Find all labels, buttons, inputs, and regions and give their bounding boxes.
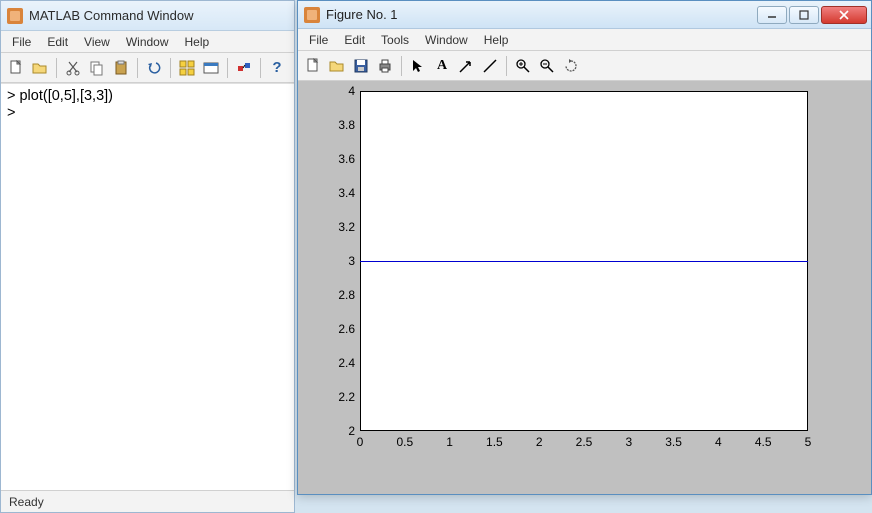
open-figure-icon[interactable] <box>326 55 348 77</box>
toolbar-separator <box>260 58 261 78</box>
figure-title: Figure No. 1 <box>326 7 398 22</box>
command-titlebar[interactable]: MATLAB Command Window <box>1 1 294 31</box>
toolbar-separator <box>227 58 228 78</box>
simulink-icon[interactable] <box>233 57 255 79</box>
y-tick-label: 3.4 <box>325 186 355 200</box>
figure-toolbar: A <box>298 51 871 81</box>
x-tick-label: 3 <box>614 435 644 449</box>
y-tick-label: 3.8 <box>325 118 355 132</box>
x-tick-label: 2.5 <box>569 435 599 449</box>
toolbar-separator <box>506 56 507 76</box>
command-toolbar: ? <box>1 53 294 83</box>
figure-titlebar[interactable]: Figure No. 1 <box>298 1 871 29</box>
command-menubar: File Edit View Window Help <box>1 31 294 53</box>
x-tick-label: 3.5 <box>659 435 689 449</box>
toolbar-separator <box>401 56 402 76</box>
toolbar-separator <box>170 58 171 78</box>
figure-menubar: File Edit Tools Window Help <box>298 29 871 51</box>
x-tick-label: 4.5 <box>748 435 778 449</box>
undo-icon[interactable] <box>143 57 165 79</box>
zoom-in-icon[interactable] <box>512 55 534 77</box>
toolbar-separator <box>56 58 57 78</box>
window-controls <box>757 6 867 24</box>
matlab-icon <box>304 7 320 23</box>
menu-window[interactable]: Window <box>418 31 475 49</box>
command-line: > plot([0,5],[3,3]) <box>7 88 113 104</box>
figure-canvas[interactable]: 22.22.42.62.833.23.43.63.8400.511.522.53… <box>298 81 871 494</box>
y-tick-label: 2.2 <box>325 390 355 404</box>
x-tick-label: 4 <box>703 435 733 449</box>
copy-icon[interactable] <box>86 57 108 79</box>
menu-file[interactable]: File <box>5 33 38 51</box>
toolbar-separator <box>137 58 138 78</box>
menu-help[interactable]: Help <box>477 31 516 49</box>
x-tick-label: 0 <box>345 435 375 449</box>
menu-view[interactable]: View <box>77 33 117 51</box>
save-figure-icon[interactable] <box>350 55 372 77</box>
command-window: MATLAB Command Window File Edit View Win… <box>0 0 295 513</box>
path-browser-icon[interactable] <box>200 57 222 79</box>
x-tick-label: 5 <box>793 435 823 449</box>
y-tick-label: 2.4 <box>325 356 355 370</box>
close-button[interactable] <box>821 6 867 24</box>
cut-icon[interactable] <box>62 57 84 79</box>
x-tick-label: 1 <box>435 435 465 449</box>
y-tick-label: 3.2 <box>325 220 355 234</box>
line-tool-icon[interactable] <box>479 55 501 77</box>
open-file-icon[interactable] <box>29 57 51 79</box>
y-tick-label: 3 <box>325 254 355 268</box>
y-tick-label: 3.6 <box>325 152 355 166</box>
menu-help[interactable]: Help <box>178 33 217 51</box>
command-title: MATLAB Command Window <box>29 8 193 23</box>
paste-icon[interactable] <box>110 57 132 79</box>
statusbar: Ready <box>1 490 294 512</box>
minimize-button[interactable] <box>757 6 787 24</box>
maximize-button[interactable] <box>789 6 819 24</box>
print-figure-icon[interactable] <box>374 55 396 77</box>
rotate-icon[interactable] <box>560 55 582 77</box>
x-tick-label: 0.5 <box>390 435 420 449</box>
menu-edit[interactable]: Edit <box>40 33 75 51</box>
figure-window: Figure No. 1 File Edit Tools Window Help <box>297 0 872 495</box>
text-tool-icon[interactable]: A <box>431 55 453 77</box>
menu-file[interactable]: File <box>302 31 335 49</box>
x-tick-label: 2 <box>524 435 554 449</box>
plot-line <box>360 261 808 262</box>
command-prompt: > <box>7 105 15 121</box>
menu-tools[interactable]: Tools <box>374 31 416 49</box>
workspace-icon[interactable] <box>176 57 198 79</box>
zoom-out-icon[interactable] <box>536 55 558 77</box>
command-input-area[interactable]: > plot([0,5],[3,3]) > <box>1 83 294 490</box>
menu-window[interactable]: Window <box>119 33 176 51</box>
pointer-icon[interactable] <box>407 55 429 77</box>
y-tick-label: 2.6 <box>325 322 355 336</box>
matlab-icon <box>7 8 23 24</box>
status-text: Ready <box>9 495 44 509</box>
help-icon[interactable]: ? <box>266 57 288 79</box>
y-tick-label: 4 <box>325 84 355 98</box>
arrow-tool-icon[interactable] <box>455 55 477 77</box>
menu-edit[interactable]: Edit <box>337 31 372 49</box>
y-tick-label: 2.8 <box>325 288 355 302</box>
new-file-icon[interactable] <box>5 57 27 79</box>
x-tick-label: 1.5 <box>479 435 509 449</box>
new-figure-icon[interactable] <box>302 55 324 77</box>
